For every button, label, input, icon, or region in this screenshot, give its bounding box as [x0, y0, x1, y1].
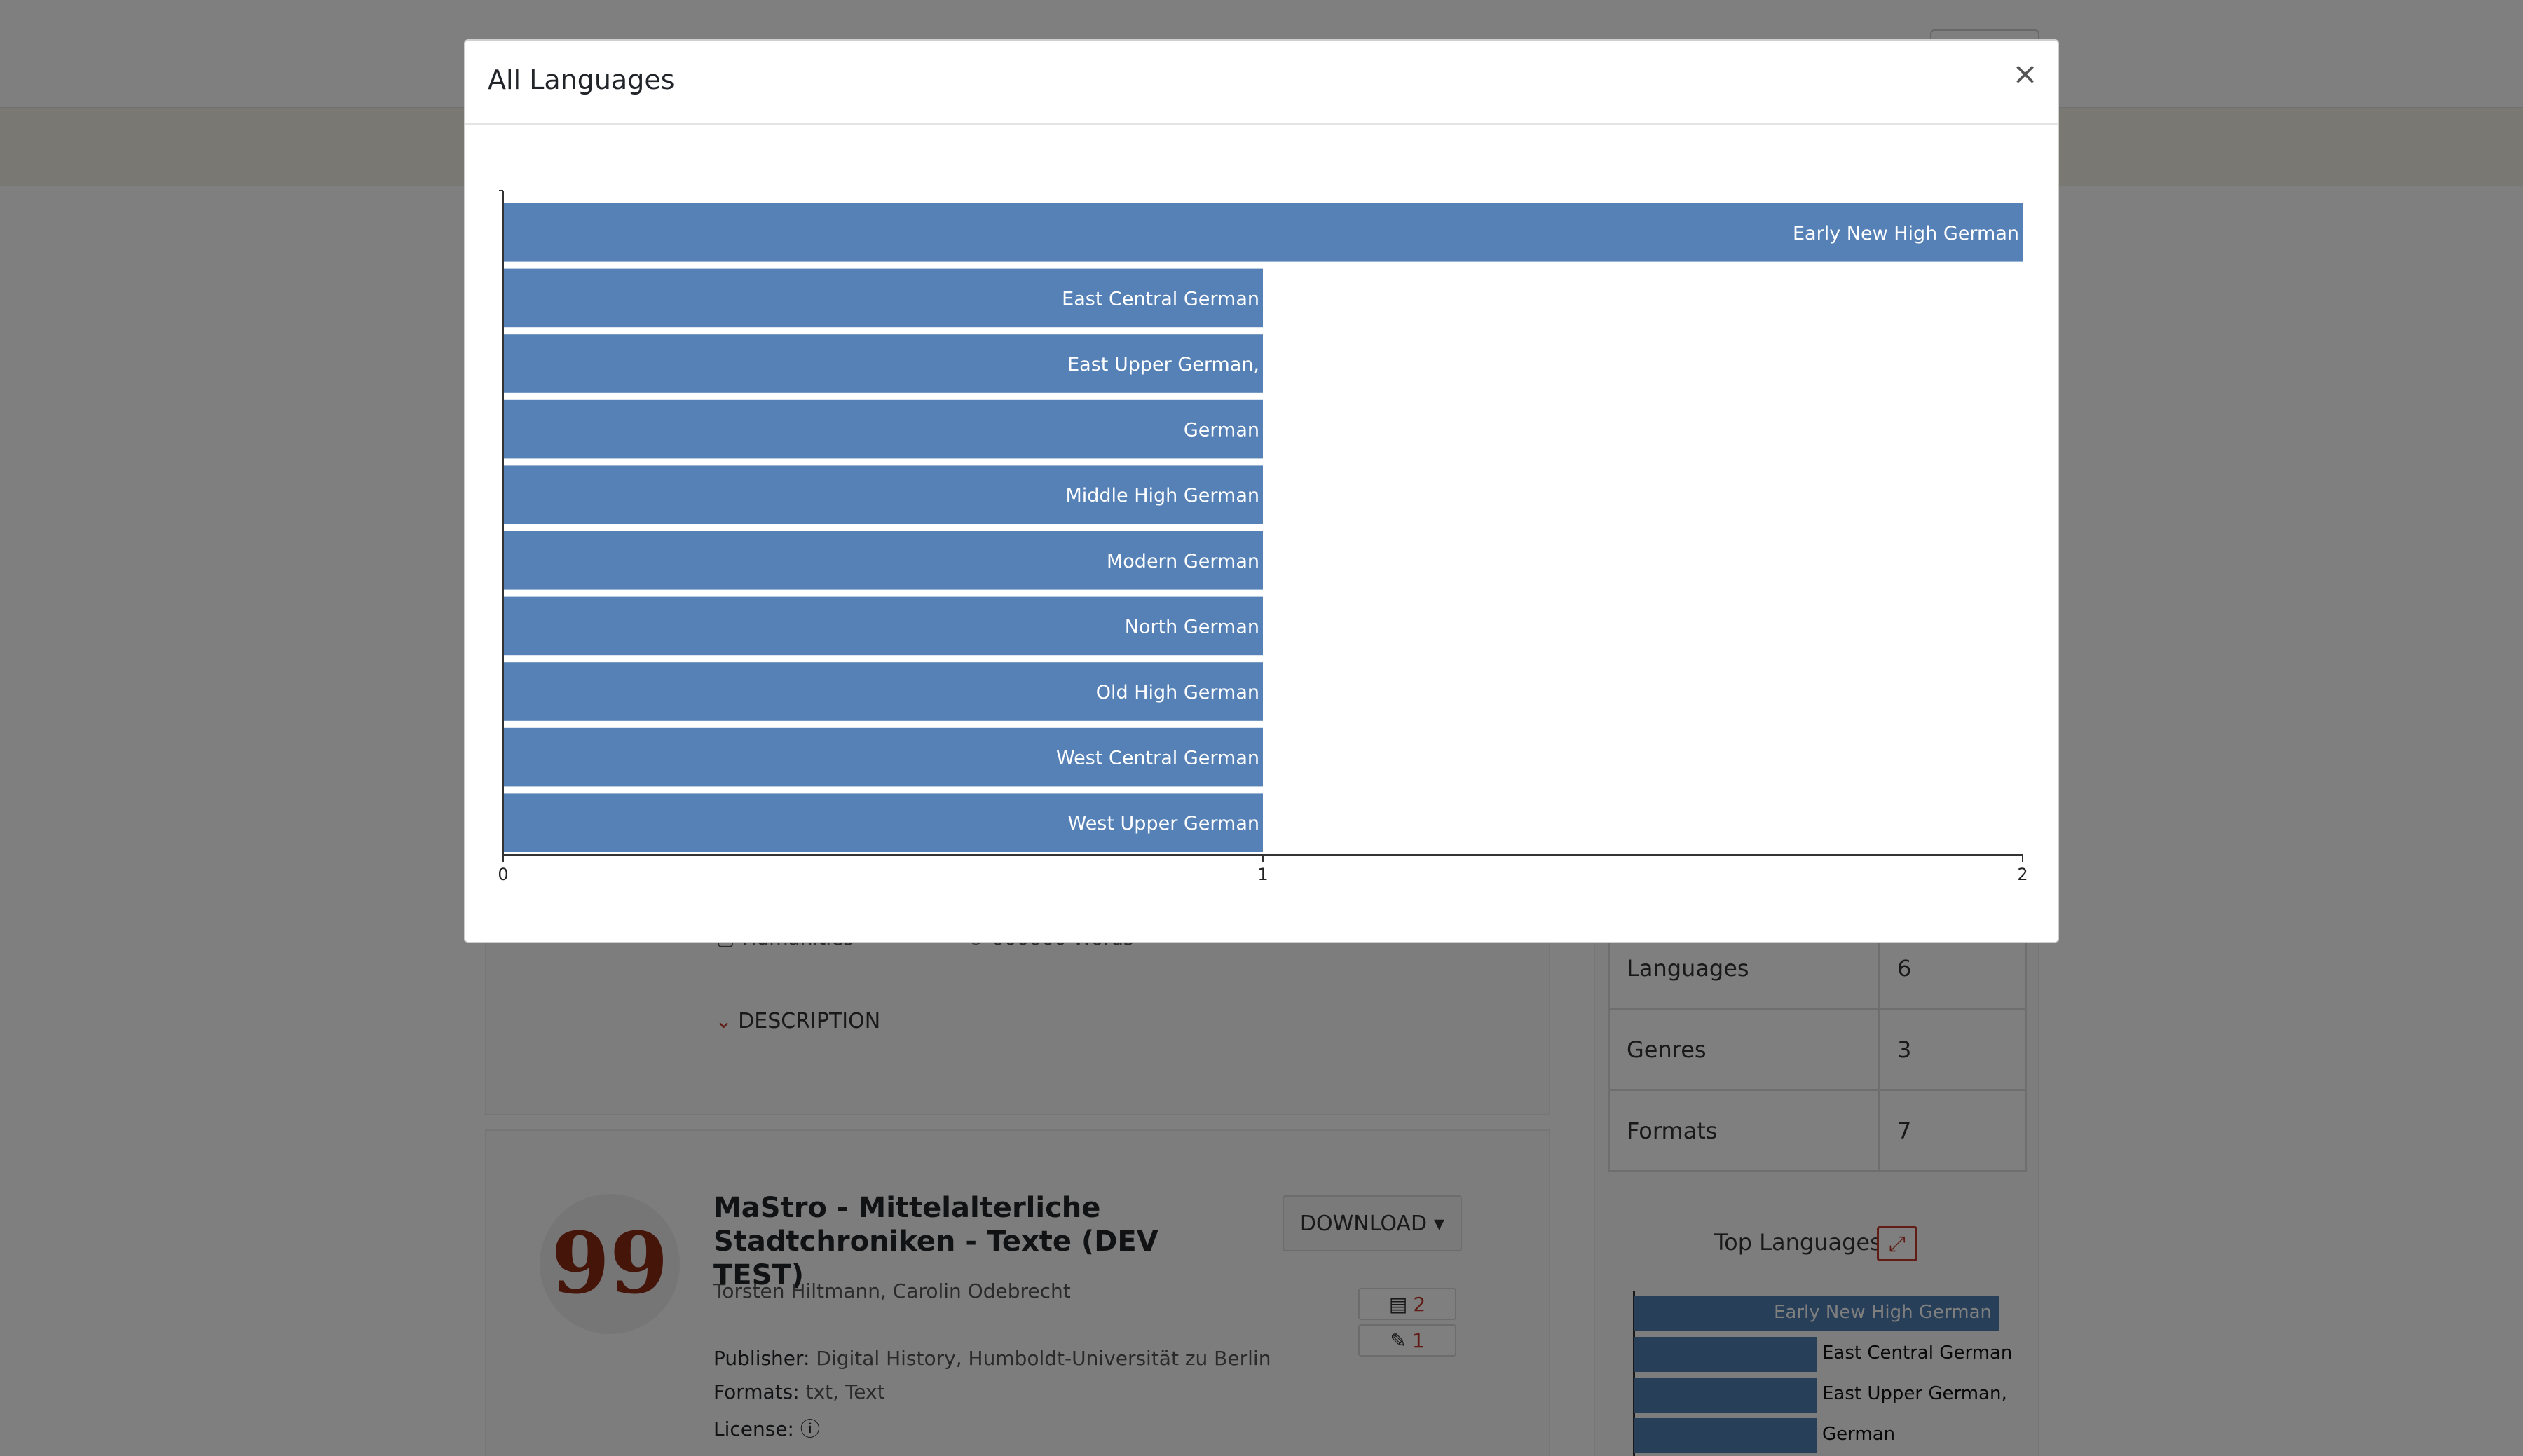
- chart-bar: [503, 399, 1263, 459]
- chart-bar-label: West Upper German: [1068, 813, 1259, 835]
- chart-bar-label: Early New High German: [1793, 223, 2019, 245]
- languages-bar-chart: Early New High German East Central German…: [498, 190, 2028, 884]
- chart-bar-label: North German: [1125, 616, 1259, 638]
- chart-bar-label: East Upper German,: [1067, 354, 1259, 376]
- chart-bar-label: German: [1184, 420, 1259, 441]
- modal-header: All Languages ×: [465, 41, 2058, 125]
- close-icon[interactable]: ×: [2012, 59, 2038, 90]
- chart-bar-label: East Central German: [1062, 288, 1259, 310]
- chart-bar-label: Modern German: [1107, 551, 1259, 572]
- x-tick-label: 2: [2017, 865, 2028, 884]
- all-languages-modal: All Languages × Early New High German Eas…: [464, 39, 2059, 943]
- chart-bar-label: Old High German: [1096, 682, 1259, 703]
- languages-chart: Early New High German East Central German…: [465, 125, 2060, 945]
- chart-bar-label: West Central German: [1056, 748, 1259, 769]
- x-tick-label: 1: [1257, 865, 1268, 884]
- x-tick-label: 0: [498, 865, 508, 884]
- modal-title: All Languages: [488, 64, 675, 95]
- chart-bar-label: Middle High German: [1065, 485, 1259, 507]
